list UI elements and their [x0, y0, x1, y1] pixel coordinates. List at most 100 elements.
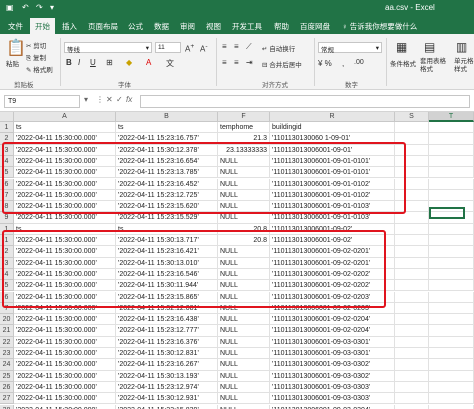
- cell-s[interactable]: [395, 336, 429, 348]
- cell-r[interactable]: '110113013006001-09-02-0204': [270, 325, 395, 337]
- cell-s[interactable]: [395, 291, 429, 303]
- cell-f[interactable]: temphome: [218, 122, 270, 134]
- fill-color-icon[interactable]: ◆: [126, 58, 132, 67]
- row-header[interactable]: 28: [0, 404, 14, 409]
- redo-icon[interactable]: ↷: [36, 3, 43, 12]
- cell-f[interactable]: NULL: [218, 393, 270, 405]
- cell-r[interactable]: '110113013006001-09-02-0204': [270, 314, 395, 326]
- cell-b[interactable]: '2022-04-11 15:23:16.267': [116, 359, 218, 371]
- cell-t[interactable]: [429, 348, 474, 360]
- cell-b[interactable]: '2022-04-11 15:23:15.529': [116, 212, 218, 224]
- cell-r[interactable]: '110113013006001-09-02-0203': [270, 291, 395, 303]
- tab-view[interactable]: 视图: [206, 21, 221, 32]
- cell-b[interactable]: '2022-04-11 15:23:16.438': [116, 314, 218, 326]
- font-color-icon[interactable]: A: [146, 58, 151, 67]
- row-header[interactable]: 5: [0, 167, 14, 179]
- cell-s[interactable]: [395, 370, 429, 382]
- column-header-r[interactable]: R: [270, 112, 395, 122]
- cell-r[interactable]: '110113013006001-09-02-0203': [270, 302, 395, 315]
- cell-t[interactable]: [429, 404, 474, 409]
- cell-a[interactable]: '2022-04-11 15:30:00.000': [14, 212, 116, 224]
- cell-b[interactable]: '2022-04-11 15:30:13.717': [116, 235, 218, 247]
- name-box-chevron-icon[interactable]: ▾: [84, 95, 88, 104]
- cell-r[interactable]: '110113013006001-09-02-0202': [270, 268, 395, 281]
- cell-a[interactable]: '2022-04-11 15:30:00.000': [14, 235, 116, 247]
- cell-a[interactable]: '2022-04-11 15:30:00.000': [14, 189, 116, 202]
- cell-a[interactable]: '2022-04-11 15:30:00.000': [14, 302, 116, 315]
- cell-t[interactable]: [429, 359, 474, 371]
- row-header[interactable]: 4: [0, 155, 14, 168]
- undo-icon[interactable]: ↶: [22, 3, 29, 12]
- tab-baidu-netdisk[interactable]: 百度网盘: [300, 21, 330, 32]
- tab-page-layout[interactable]: 页面布局: [88, 21, 118, 32]
- column-header-f[interactable]: F: [218, 112, 270, 122]
- column-header-b[interactable]: B: [116, 112, 218, 122]
- cell-r[interactable]: '110113013006001-09-01-0102': [270, 189, 395, 202]
- cell-t[interactable]: [429, 155, 474, 168]
- cell-a[interactable]: ts: [14, 223, 116, 235]
- cell-r[interactable]: '110113013006001-09-01': [270, 144, 395, 156]
- cell-f[interactable]: NULL: [218, 189, 270, 202]
- conditional-format-icon[interactable]: ▦: [396, 40, 407, 54]
- cell-t[interactable]: [429, 314, 474, 326]
- cell-t[interactable]: [429, 370, 474, 382]
- row-header[interactable]: 27: [0, 393, 14, 405]
- cell-t[interactable]: [429, 325, 474, 337]
- cell-f[interactable]: NULL: [218, 404, 270, 409]
- cell-t[interactable]: [429, 144, 474, 156]
- row-header[interactable]: 3: [0, 144, 14, 156]
- formula-input[interactable]: [140, 95, 470, 108]
- cell-a[interactable]: '2022-04-11 15:30:00.000': [14, 336, 116, 348]
- cell-b[interactable]: '2022-04-11 15:30:12.831': [116, 348, 218, 360]
- cell-s[interactable]: [395, 348, 429, 360]
- cell-r[interactable]: '110113013006001-09-02-0201': [270, 246, 395, 258]
- column-header-t[interactable]: T: [429, 112, 474, 122]
- cell-t[interactable]: [429, 133, 474, 145]
- cell-s[interactable]: [395, 212, 429, 224]
- cell-b[interactable]: '2022-04-11 15:23:15.865': [116, 291, 218, 303]
- row-header[interactable]: 2: [0, 133, 14, 145]
- cell-r[interactable]: '1101130130060 1-09-01': [270, 133, 395, 145]
- cell-a[interactable]: '2022-04-11 15:30:00.000': [14, 268, 116, 281]
- copy-button[interactable]: ⎘ 复制: [26, 52, 46, 63]
- row-header[interactable]: 24: [0, 359, 14, 371]
- row-header[interactable]: 1: [0, 223, 14, 235]
- cell-a[interactable]: '2022-04-11 15:30:00.000': [14, 370, 116, 382]
- align-middle-icon[interactable]: ≡: [234, 42, 239, 51]
- align-left-icon[interactable]: ≡: [222, 58, 227, 67]
- cell-r[interactable]: '110113013006001-09-02-0202': [270, 280, 395, 292]
- cell-s[interactable]: [395, 178, 429, 190]
- cell-a[interactable]: '2022-04-11 15:30:00.000': [14, 325, 116, 337]
- cell-b[interactable]: '2022-04-11 15:23:12.777': [116, 325, 218, 337]
- shrink-font-icon[interactable]: A-: [200, 43, 208, 54]
- insert-function-icon[interactable]: fx: [126, 95, 132, 104]
- cell-b[interactable]: '2022-04-11 15:23:16.376': [116, 336, 218, 348]
- tab-data[interactable]: 数据: [154, 21, 169, 32]
- cell-s[interactable]: [395, 381, 429, 394]
- select-all-corner[interactable]: [0, 112, 14, 122]
- cell-a[interactable]: '2022-04-11 15:30:00.000': [14, 393, 116, 405]
- cell-t[interactable]: [429, 178, 474, 190]
- row-header[interactable]: 8: [0, 201, 14, 213]
- cell-t[interactable]: [429, 280, 474, 292]
- cell-b[interactable]: '2022-04-11 15:30:13.010': [116, 257, 218, 269]
- cell-r[interactable]: '110113013006001-09-03-0303': [270, 381, 395, 394]
- cell-t[interactable]: [429, 257, 474, 269]
- cell-s[interactable]: [395, 314, 429, 326]
- cell-r[interactable]: '110113013006001-09-02-0201': [270, 257, 395, 269]
- row-header[interactable]: 23: [0, 348, 14, 360]
- cell-f[interactable]: NULL: [218, 257, 270, 269]
- row-header[interactable]: 6: [0, 291, 14, 303]
- cell-f[interactable]: NULL: [218, 268, 270, 281]
- cell-s[interactable]: [395, 235, 429, 247]
- format-painter-button[interactable]: ✎ 格式刷: [26, 64, 53, 74]
- cell-b[interactable]: '2022-04-11 15:30:12.378': [116, 144, 218, 156]
- row-header[interactable]: 1: [0, 235, 14, 247]
- cell-f[interactable]: NULL: [218, 314, 270, 326]
- cell-f[interactable]: NULL: [218, 302, 270, 315]
- name-box[interactable]: T9: [4, 95, 80, 108]
- cell-t[interactable]: [429, 302, 474, 315]
- cell-b[interactable]: '2022-04-11 15:30:12.931': [116, 393, 218, 405]
- cell-f[interactable]: NULL: [218, 280, 270, 292]
- cell-t[interactable]: [429, 393, 474, 405]
